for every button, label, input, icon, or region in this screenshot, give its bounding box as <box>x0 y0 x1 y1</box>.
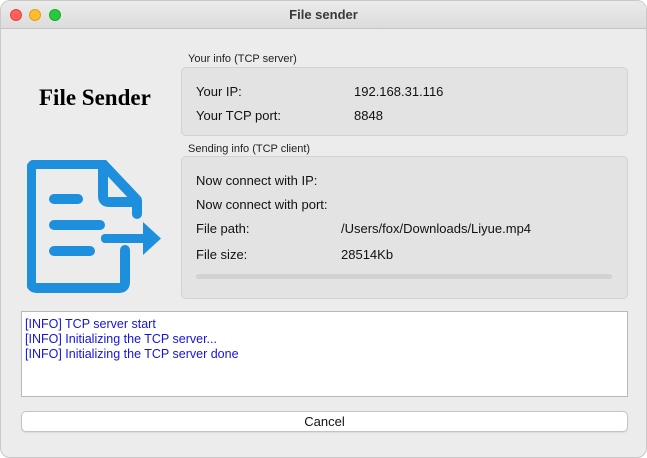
connect-ip-label: Now connect with IP: <box>196 173 318 188</box>
port-label: Your TCP port: <box>196 108 282 123</box>
port-value: 8848 <box>354 108 383 123</box>
title-bar[interactable]: File sender <box>1 1 646 29</box>
log-line: [INFO] TCP server start <box>25 317 156 331</box>
file-size-label: File size: <box>196 247 248 262</box>
file-path-label: File path: <box>196 221 250 236</box>
file-path-value: /Users/fox/Downloads/Liyue.mp4 <box>341 221 532 236</box>
app-heading: File Sender <box>39 85 151 110</box>
send-progress-bar <box>196 274 612 279</box>
file-send-icon <box>27 160 161 293</box>
ip-value: 192.168.31.116 <box>354 84 444 99</box>
log-line: [INFO] Initializing the TCP server done <box>25 347 239 361</box>
window-title: File sender <box>289 7 358 22</box>
sending-info-group-label: Sending info (TCP client) <box>188 143 311 155</box>
server-info-group-label: Your info (TCP server) <box>188 53 297 65</box>
file-size-value: 28514Kb <box>341 247 394 262</box>
cancel-button[interactable]: Cancel <box>21 411 628 432</box>
log-output[interactable]: [INFO] TCP server start [INFO] Initializ… <box>21 311 628 397</box>
connect-port-label: Now connect with port: <box>196 197 328 212</box>
app-window: File sender File Sender Your info (TCP s… <box>0 0 647 458</box>
log-line: [INFO] Initializing the TCP server... <box>25 332 217 346</box>
ip-label: Your IP: <box>196 84 242 99</box>
server-info-group <box>181 67 628 136</box>
